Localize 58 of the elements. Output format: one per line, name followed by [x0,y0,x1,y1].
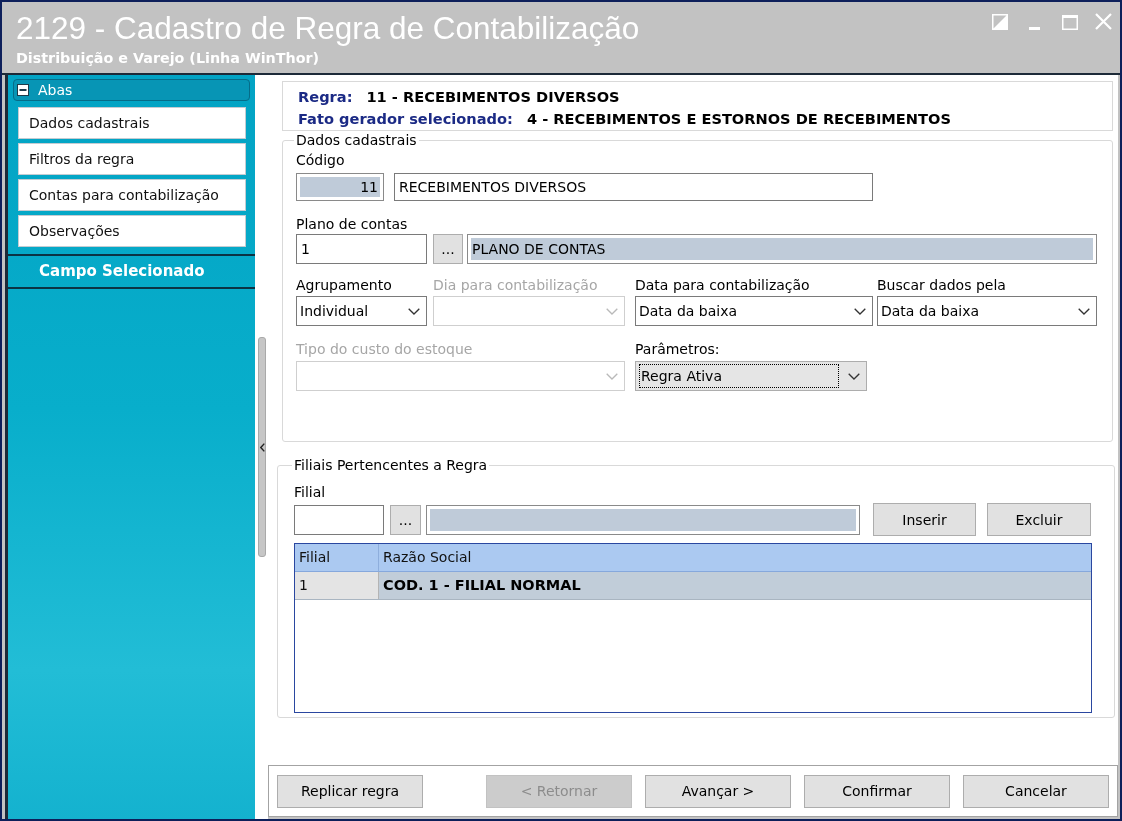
field-label: Agrupamento [296,277,392,293]
table-row[interactable]: 1 COD. 1 - FILIAL NORMAL [295,572,1091,600]
chevron-down-icon [854,307,866,315]
minimize-icon[interactable] [1029,27,1040,30]
group-title: Filiais Pertencentes a Regra [293,457,489,473]
chevron-down-icon [848,372,860,380]
replicate-rule-button[interactable]: Replicar regra [277,774,423,808]
window-subtitle: Distribuição e Varejo (Linha WinThor) [16,50,320,66]
dropdown[interactable]: Data da baixa [635,296,873,326]
lookup-button[interactable]: ... [433,234,463,264]
chevron-down-icon [408,307,420,315]
dropdown[interactable]: Individual [296,296,427,326]
table-cell-text: COD. 1 - FILIAL NORMAL [382,576,582,595]
section-title: Campo Selecionado [8,254,255,289]
rule-label: Regra: [298,87,353,107]
table-cell: 1 [295,572,379,599]
insert-button[interactable]: Inserir [873,503,976,536]
field-label: Código [296,152,345,168]
panel-header[interactable]: Abas [13,79,250,101]
input-field[interactable] [426,504,860,535]
trigger-value: 4 - RECEBIMENTOS E ESTORNOS DE RECEBIMENTOS [526,109,951,129]
dropdown[interactable]: Regra Ativa [635,361,867,391]
close-icon[interactable] [1095,13,1112,30]
column-header[interactable]: Filial [295,544,379,572]
maximize-icon[interactable] [1062,15,1078,30]
input-field[interactable]: PLANO DE CONTAS [467,234,1097,264]
half-filled-square-icon[interactable] [992,14,1008,30]
field-label: Dia para contabilização [433,277,598,293]
lookup-button[interactable]: ... [390,504,421,535]
field-label: Data para contabilização [635,277,810,293]
sidebar-item[interactable]: Dados cadastrais [18,107,246,139]
rule-value: 11 - RECEBIMENTOS DIVERSOS [366,87,620,107]
next-button[interactable]: Avançar > [645,774,791,808]
window-title: 2129 - Cadastro de Regra de Contabilização [16,10,640,46]
input-field[interactable] [294,504,384,535]
group-title: Dados cadastrais [295,132,418,148]
dropdown[interactable]: Data da baixa [877,296,1097,326]
chevron-left-icon [259,442,265,452]
chevron-down-icon [606,372,618,380]
splitter-handle[interactable] [258,337,266,557]
field-label: Parâmetros: [635,341,720,357]
input-field[interactable]: RECEBIMENTOS DIVERSOS [394,173,873,201]
field-label: Buscar dados pela [877,277,1006,293]
confirm-button[interactable]: Confirmar [804,774,950,808]
input-field[interactable]: 11 [296,173,384,201]
field-label: Plano de contas [296,216,408,232]
chevron-down-icon [1078,307,1090,315]
chevron-down-icon [606,307,618,315]
sidebar-item[interactable]: Observações [18,215,246,247]
column-header[interactable]: Razão Social [379,544,1091,572]
field-label: Filial [294,484,326,500]
delete-button[interactable]: Excluir [987,503,1091,536]
input-field[interactable]: 1 [296,234,427,264]
field-label: Tipo do custo do estoque [296,341,473,357]
sidebar-item[interactable]: Filtros da regra [18,143,246,175]
sidebar-item[interactable]: Contas para contabilização [18,179,246,211]
trigger-label: Fato gerador selecionado: [298,109,513,129]
cancel-button[interactable]: Cancelar [963,774,1109,808]
